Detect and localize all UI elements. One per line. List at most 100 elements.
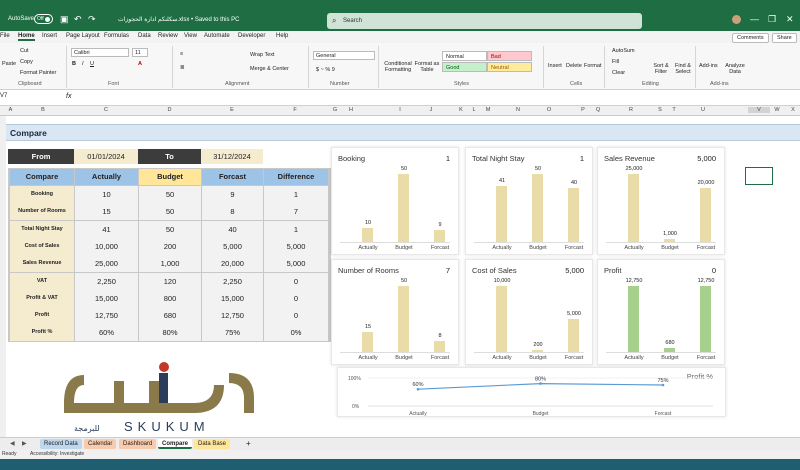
menu-data[interactable]: Data (138, 33, 151, 39)
format-painter-button[interactable]: Format Painter (20, 70, 56, 76)
column-e[interactable]: E (201, 107, 263, 113)
delete-cells-button[interactable]: Delete (566, 63, 582, 69)
table-cell-forcast[interactable]: 20,000 (202, 255, 263, 273)
column-d[interactable]: D (138, 107, 201, 113)
bar-budget[interactable] (664, 239, 675, 242)
tab-scroll-left-icon[interactable]: ◀ (6, 439, 19, 449)
menu-automate[interactable]: Automate (204, 33, 230, 39)
save-icon[interactable]: ▣ (60, 14, 69, 25)
format-as-table-button[interactable]: Format as Table (414, 61, 440, 73)
table-cell-forcast[interactable]: 9 (202, 186, 263, 203)
cut-button[interactable]: Cut (20, 48, 29, 54)
row-label[interactable]: Booking (10, 186, 74, 203)
wrap-text-button[interactable]: Wrap Text (250, 52, 275, 58)
bar-actually[interactable] (496, 186, 507, 242)
style-bad[interactable]: Bad (487, 51, 532, 61)
menu-insert[interactable]: Insert (42, 33, 57, 39)
table-cell-budget[interactable]: 1,000 (139, 255, 201, 273)
column-p[interactable]: P (575, 107, 591, 113)
add-ins-button[interactable]: Add-ins (699, 63, 718, 69)
bar-budget[interactable] (664, 348, 675, 352)
table-cell-actual[interactable]: 10,000 (75, 237, 138, 255)
fill-button[interactable]: Fill (612, 59, 619, 65)
bold-button[interactable]: B (72, 61, 76, 67)
table-cell-forcast[interactable]: 12,750 (202, 307, 263, 325)
font-color-button[interactable]: A (138, 61, 142, 67)
search-box[interactable]: ⌕ Search (327, 13, 642, 29)
menu-help[interactable]: Help (276, 33, 288, 39)
table-cell-actual[interactable]: 15 (75, 203, 138, 221)
analyze-data-button[interactable]: Analyze Data (724, 63, 746, 75)
row-label[interactable]: Total Night Stay (10, 220, 74, 238)
column-u[interactable]: U (695, 107, 711, 113)
format-cells-button[interactable]: Format (584, 63, 601, 69)
align-top-icon[interactable]: ≡ (180, 51, 183, 57)
bar-forcast[interactable] (434, 230, 445, 242)
table-cell-forcast[interactable]: 5,000 (202, 237, 263, 255)
row-label[interactable]: Cost of Sales (10, 237, 74, 255)
bar-actually[interactable] (628, 174, 639, 242)
fx-icon[interactable]: fx (66, 93, 71, 100)
clear-button[interactable]: Clear (612, 70, 625, 76)
column-m[interactable]: M (480, 107, 496, 113)
formula-input[interactable] (84, 92, 794, 103)
menu-file[interactable]: File (0, 33, 10, 39)
column-x[interactable]: X (786, 107, 800, 113)
style-neutral[interactable]: Neutral (487, 62, 532, 72)
font-size-select[interactable]: 11 (132, 48, 148, 57)
autosum-button[interactable]: AutoSum (612, 48, 635, 54)
share-button[interactable]: Share (772, 33, 797, 43)
menu-home[interactable]: Home (18, 33, 35, 41)
tab-scroll-right-icon[interactable]: ▶ (18, 439, 31, 449)
worksheet[interactable]: Compare From 01/01/2024 To 31/12/2024 Co… (6, 116, 800, 437)
table-cell-diff[interactable]: 0 (264, 289, 328, 307)
row-label[interactable]: Sales Revenue (10, 255, 74, 273)
column-b[interactable]: B (8, 107, 78, 113)
from-date[interactable]: 01/01/2024 (74, 149, 138, 164)
sort-filter-button[interactable]: Sort & Filter (650, 63, 672, 75)
avatar[interactable] (732, 15, 741, 24)
undo-icon[interactable]: ↶ (74, 14, 82, 25)
table-cell-diff[interactable]: 0 (264, 307, 328, 325)
column-v[interactable]: V (748, 107, 770, 113)
table-cell-budget[interactable]: 50 (139, 203, 201, 221)
table-cell-actual[interactable]: 2,250 (75, 272, 138, 290)
table-cell-budget[interactable]: 80% (139, 324, 201, 342)
table-cell-actual[interactable]: 15,000 (75, 289, 138, 307)
column-o[interactable]: O (541, 107, 557, 113)
copy-button[interactable]: Copy (20, 59, 33, 65)
conditional-formatting-button[interactable]: Conditional Formatting (382, 61, 414, 73)
table-cell-budget[interactable]: 680 (139, 307, 201, 325)
add-sheet-icon[interactable]: + (242, 439, 255, 449)
bar-actually[interactable] (628, 286, 639, 352)
table-cell-forcast[interactable]: 8 (202, 203, 263, 221)
table-cell-forcast[interactable]: 75% (202, 324, 263, 342)
status-accessibility[interactable]: Accessibility: Investigate (30, 451, 84, 457)
redo-icon[interactable]: ↷ (88, 14, 96, 25)
column-g[interactable]: G (327, 107, 343, 113)
bar-forcast[interactable] (700, 286, 711, 352)
to-date[interactable]: 31/12/2024 (201, 149, 263, 164)
table-cell-forcast[interactable]: 40 (202, 220, 263, 238)
row-label[interactable]: Profit & VAT (10, 289, 74, 307)
find-select-button[interactable]: Find & Select (672, 63, 694, 75)
name-box[interactable]: V7 (0, 93, 7, 99)
insert-cells-button[interactable]: Insert (548, 63, 562, 69)
table-cell-budget[interactable]: 50 (139, 186, 201, 203)
table-cell-actual[interactable]: 10 (75, 186, 138, 203)
autosave-toggle[interactable]: Off (34, 14, 53, 24)
table-cell-forcast[interactable]: 2,250 (202, 272, 263, 290)
tab-data-base[interactable]: Data Base (194, 439, 231, 449)
column-c[interactable]: C (74, 107, 138, 113)
table-cell-budget[interactable]: 800 (139, 289, 201, 307)
table-cell-diff[interactable]: 1 (264, 186, 328, 203)
tab-record-data[interactable]: Record Data (40, 439, 82, 449)
bar-forcast[interactable] (568, 188, 579, 242)
table-cell-diff[interactable]: 0% (264, 324, 328, 342)
maximize-icon[interactable]: ❐ (768, 14, 776, 25)
table-cell-actual[interactable]: 41 (75, 220, 138, 238)
number-format-select[interactable]: General (313, 51, 375, 60)
table-cell-diff[interactable]: 7 (264, 203, 328, 221)
table-cell-forcast[interactable]: 15,000 (202, 289, 263, 307)
column-r[interactable]: R (623, 107, 639, 113)
